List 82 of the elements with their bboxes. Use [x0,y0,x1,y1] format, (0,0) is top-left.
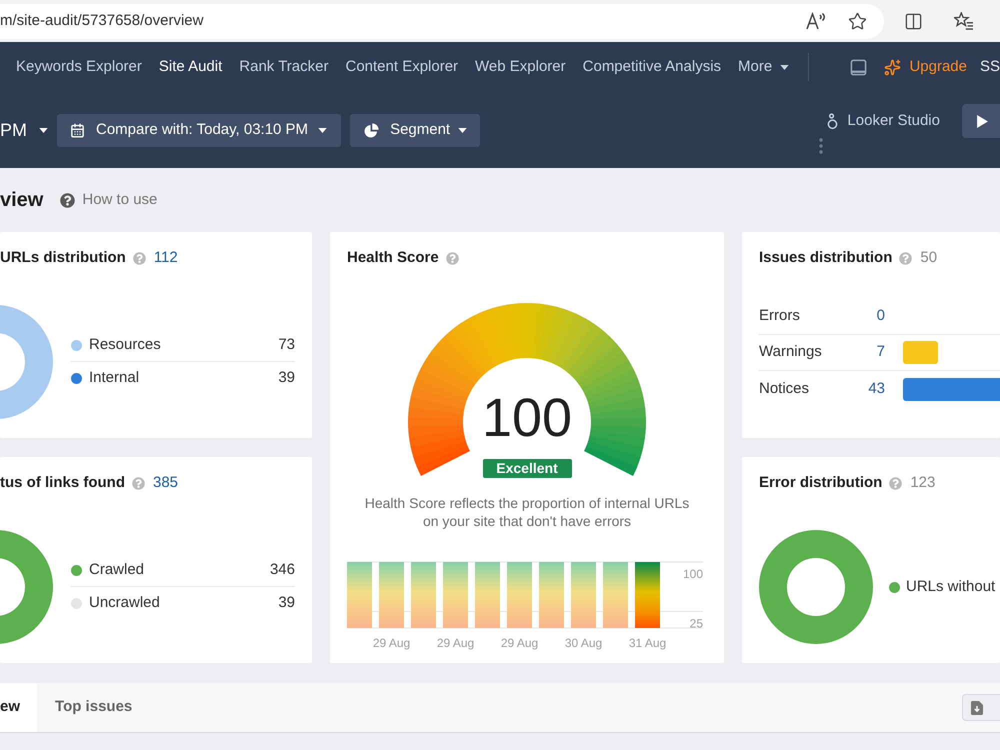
calendar-icon [70,122,85,138]
health-score-value: 100 [482,391,572,445]
export-button[interactable] [962,694,1000,721]
issue-label: Errors [759,306,801,326]
how-to-use-link[interactable]: How to use [82,188,158,212]
card-title: Health Score [347,248,439,268]
nav-link[interactable]: Competitive Analysis [582,56,722,78]
drag-handle-icon[interactable] [819,138,824,154]
date-dropdown[interactable]: PM [0,114,48,146]
play-button[interactable] [962,104,1000,138]
bar[interactable] [475,562,500,628]
caret-icon [39,128,48,132]
read-aloud-icon[interactable] [806,12,826,30]
axis-label: 31 Aug [628,636,666,650]
file-download-icon [971,700,983,714]
legend-label: Resources [89,335,161,356]
bar[interactable] [603,562,628,628]
bar[interactable] [635,562,660,628]
total-count[interactable]: 112 [154,246,178,270]
card-title: tus of links found [0,472,125,493]
legend-count: 346 [270,560,295,580]
favorite-star-icon[interactable] [848,12,867,30]
issue-count[interactable]: 7 [859,341,885,364]
nav-link[interactable]: Rank Tracker [239,56,328,78]
caret-icon [780,64,790,70]
bar[interactable] [379,562,404,628]
help-icon[interactable] [60,192,76,208]
tab[interactable]: Top issues [37,683,150,732]
bar[interactable] [411,562,436,628]
axis-label: 100 [682,567,703,581]
page-title: view [0,190,44,210]
caret-icon [458,128,468,132]
upgrade-link[interactable]: Upgrade [909,56,967,78]
bar[interactable] [539,562,564,628]
total-count: 123 [910,472,936,493]
nav-link[interactable]: Site Audit [158,56,222,78]
issue-label: Notices [759,378,810,399]
card-title: URLs distribution [0,248,126,268]
card-title: Issues distribution [759,248,892,268]
circles-icon [827,112,838,130]
legend-label: Internal [89,368,140,388]
split-screen-icon[interactable] [904,12,923,30]
nav-link[interactable]: Keywords Explorer [16,56,142,78]
legend-count: 39 [278,592,295,613]
axis-label: 29 Aug [500,636,538,650]
nav-link[interactable]: Web Explorer [475,56,566,78]
play-icon [977,114,988,128]
legend-label: URLs without [906,576,996,597]
legend-count: 39 [278,368,295,388]
legend-label: Crawled [89,560,144,580]
issue-count[interactable]: 0 [859,305,885,328]
axis-label: 29 Aug [436,636,474,650]
bar[interactable] [507,562,532,628]
segment-dropdown[interactable]: Segment [350,114,480,146]
total-count[interactable]: 385 [153,472,178,494]
address-field[interactable]: m/site-audit/5737658/overview [0,4,884,38]
bar[interactable] [347,562,372,628]
sparkle-icon [884,58,902,76]
issue-count[interactable]: 43 [859,378,885,400]
description: Health Score reflects the proportion of internal URLs on your site that don't have errors [364,494,690,530]
favorites-list-icon[interactable] [954,12,974,30]
bar[interactable] [443,562,468,628]
legend-label: Uncrawled [89,592,160,613]
screen-icon[interactable] [850,58,868,76]
caret-icon [318,128,328,132]
looker-studio-link[interactable]: Looker Studio [827,104,940,138]
rating-badge: Excellent [482,459,572,478]
axis-label: 30 Aug [564,636,602,650]
total-count: 50 [920,248,938,268]
axis-label: 25 [690,616,703,630]
card-title: Error distribution [759,472,882,493]
url-text: m/site-audit/5737658/overview [0,10,204,31]
bar[interactable] [571,562,596,628]
issue-label: Warnings [759,342,823,362]
axis-label: 29 Aug [372,636,410,650]
compare-dropdown[interactable]: Compare with: Today, 03:10 PM [57,114,342,146]
legend-count: 73 [278,335,295,356]
account-link[interactable]: SS [980,56,1000,78]
nav-menu[interactable]: More [738,56,790,78]
pie-chart-icon [364,122,380,138]
nav-link[interactable]: Content Explorer [345,56,458,78]
tab[interactable]: ew [0,683,38,732]
